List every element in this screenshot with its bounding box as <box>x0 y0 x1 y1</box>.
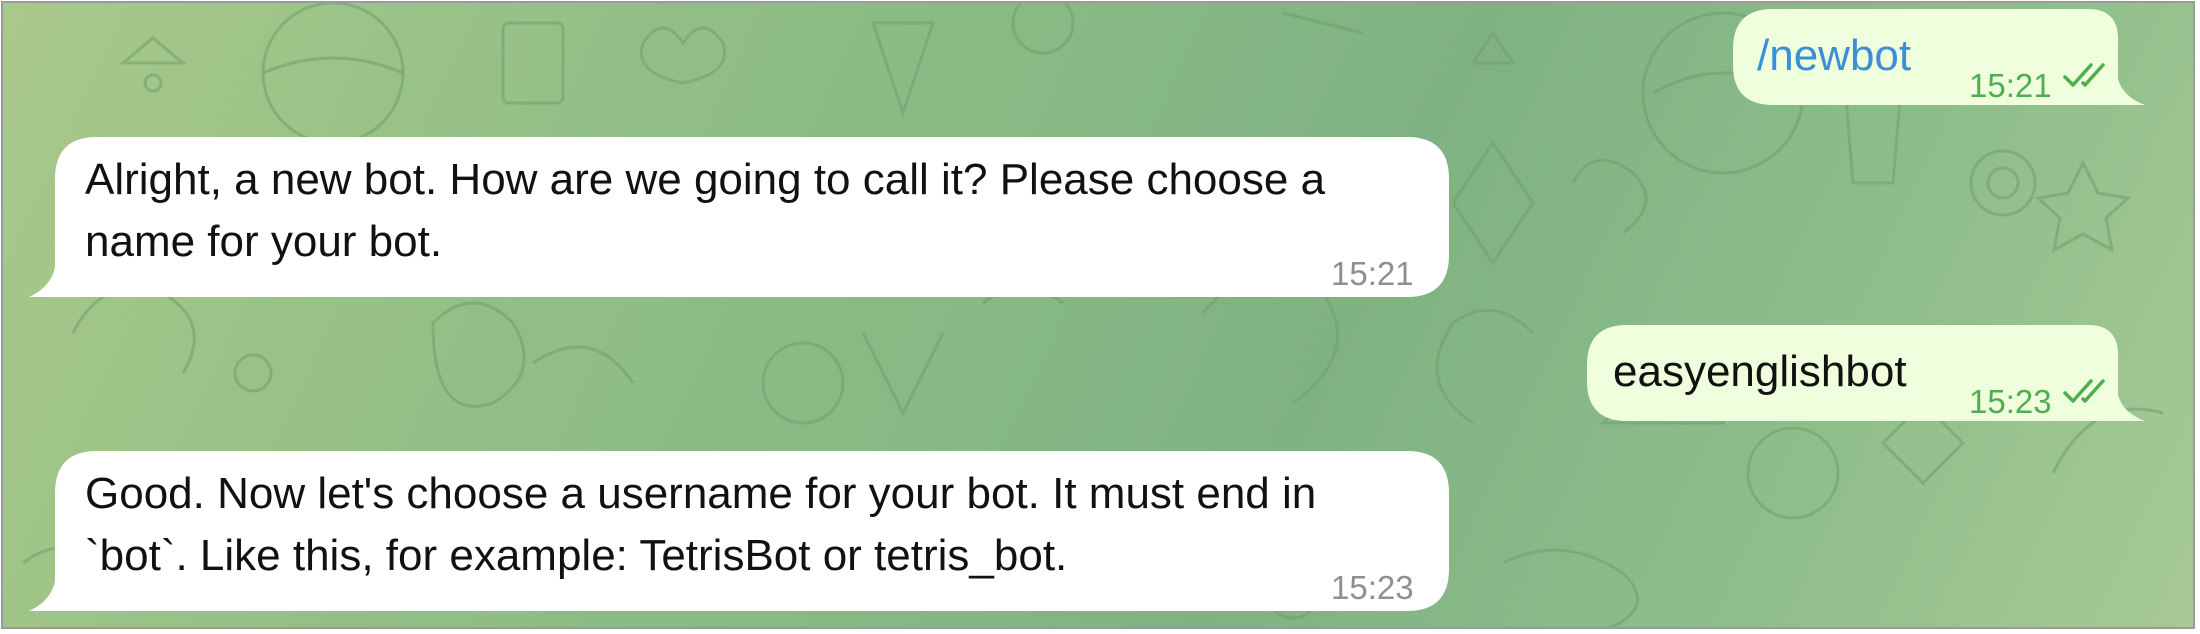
outgoing-message[interactable]: /newbot 15:21 <box>1733 9 2158 105</box>
message-time: 15:23 <box>1331 569 1414 606</box>
message-time: 15:23 <box>1969 383 2052 420</box>
message-time: 15:21 <box>1331 255 1414 292</box>
outgoing-message[interactable]: easyenglishbot 15:23 <box>1587 325 2158 421</box>
double-check-icon <box>2063 379 2105 403</box>
command-link[interactable]: /newbot <box>1757 25 1911 87</box>
message-text-line-1: Alright, a new bot. How are we going to … <box>85 155 1326 204</box>
chat-background: /newbot 15:21 Alright, a new bot. How ar… <box>1 1 2195 629</box>
message-time: 15:21 <box>1969 67 2052 104</box>
double-check-icon <box>2063 63 2105 87</box>
message-text-line-1: Good. Now let's choose a username for yo… <box>85 469 1317 518</box>
incoming-message[interactable]: Good. Now let's choose a username for yo… <box>29 451 1449 611</box>
message-text-line-2: `bot`. Like this, for example: TetrisBot… <box>85 531 1068 580</box>
incoming-message[interactable]: Alright, a new bot. How are we going to … <box>29 137 1449 297</box>
message-text-line-2: name for your bot. <box>85 217 443 266</box>
message-text: easyenglishbot <box>1613 347 1907 396</box>
